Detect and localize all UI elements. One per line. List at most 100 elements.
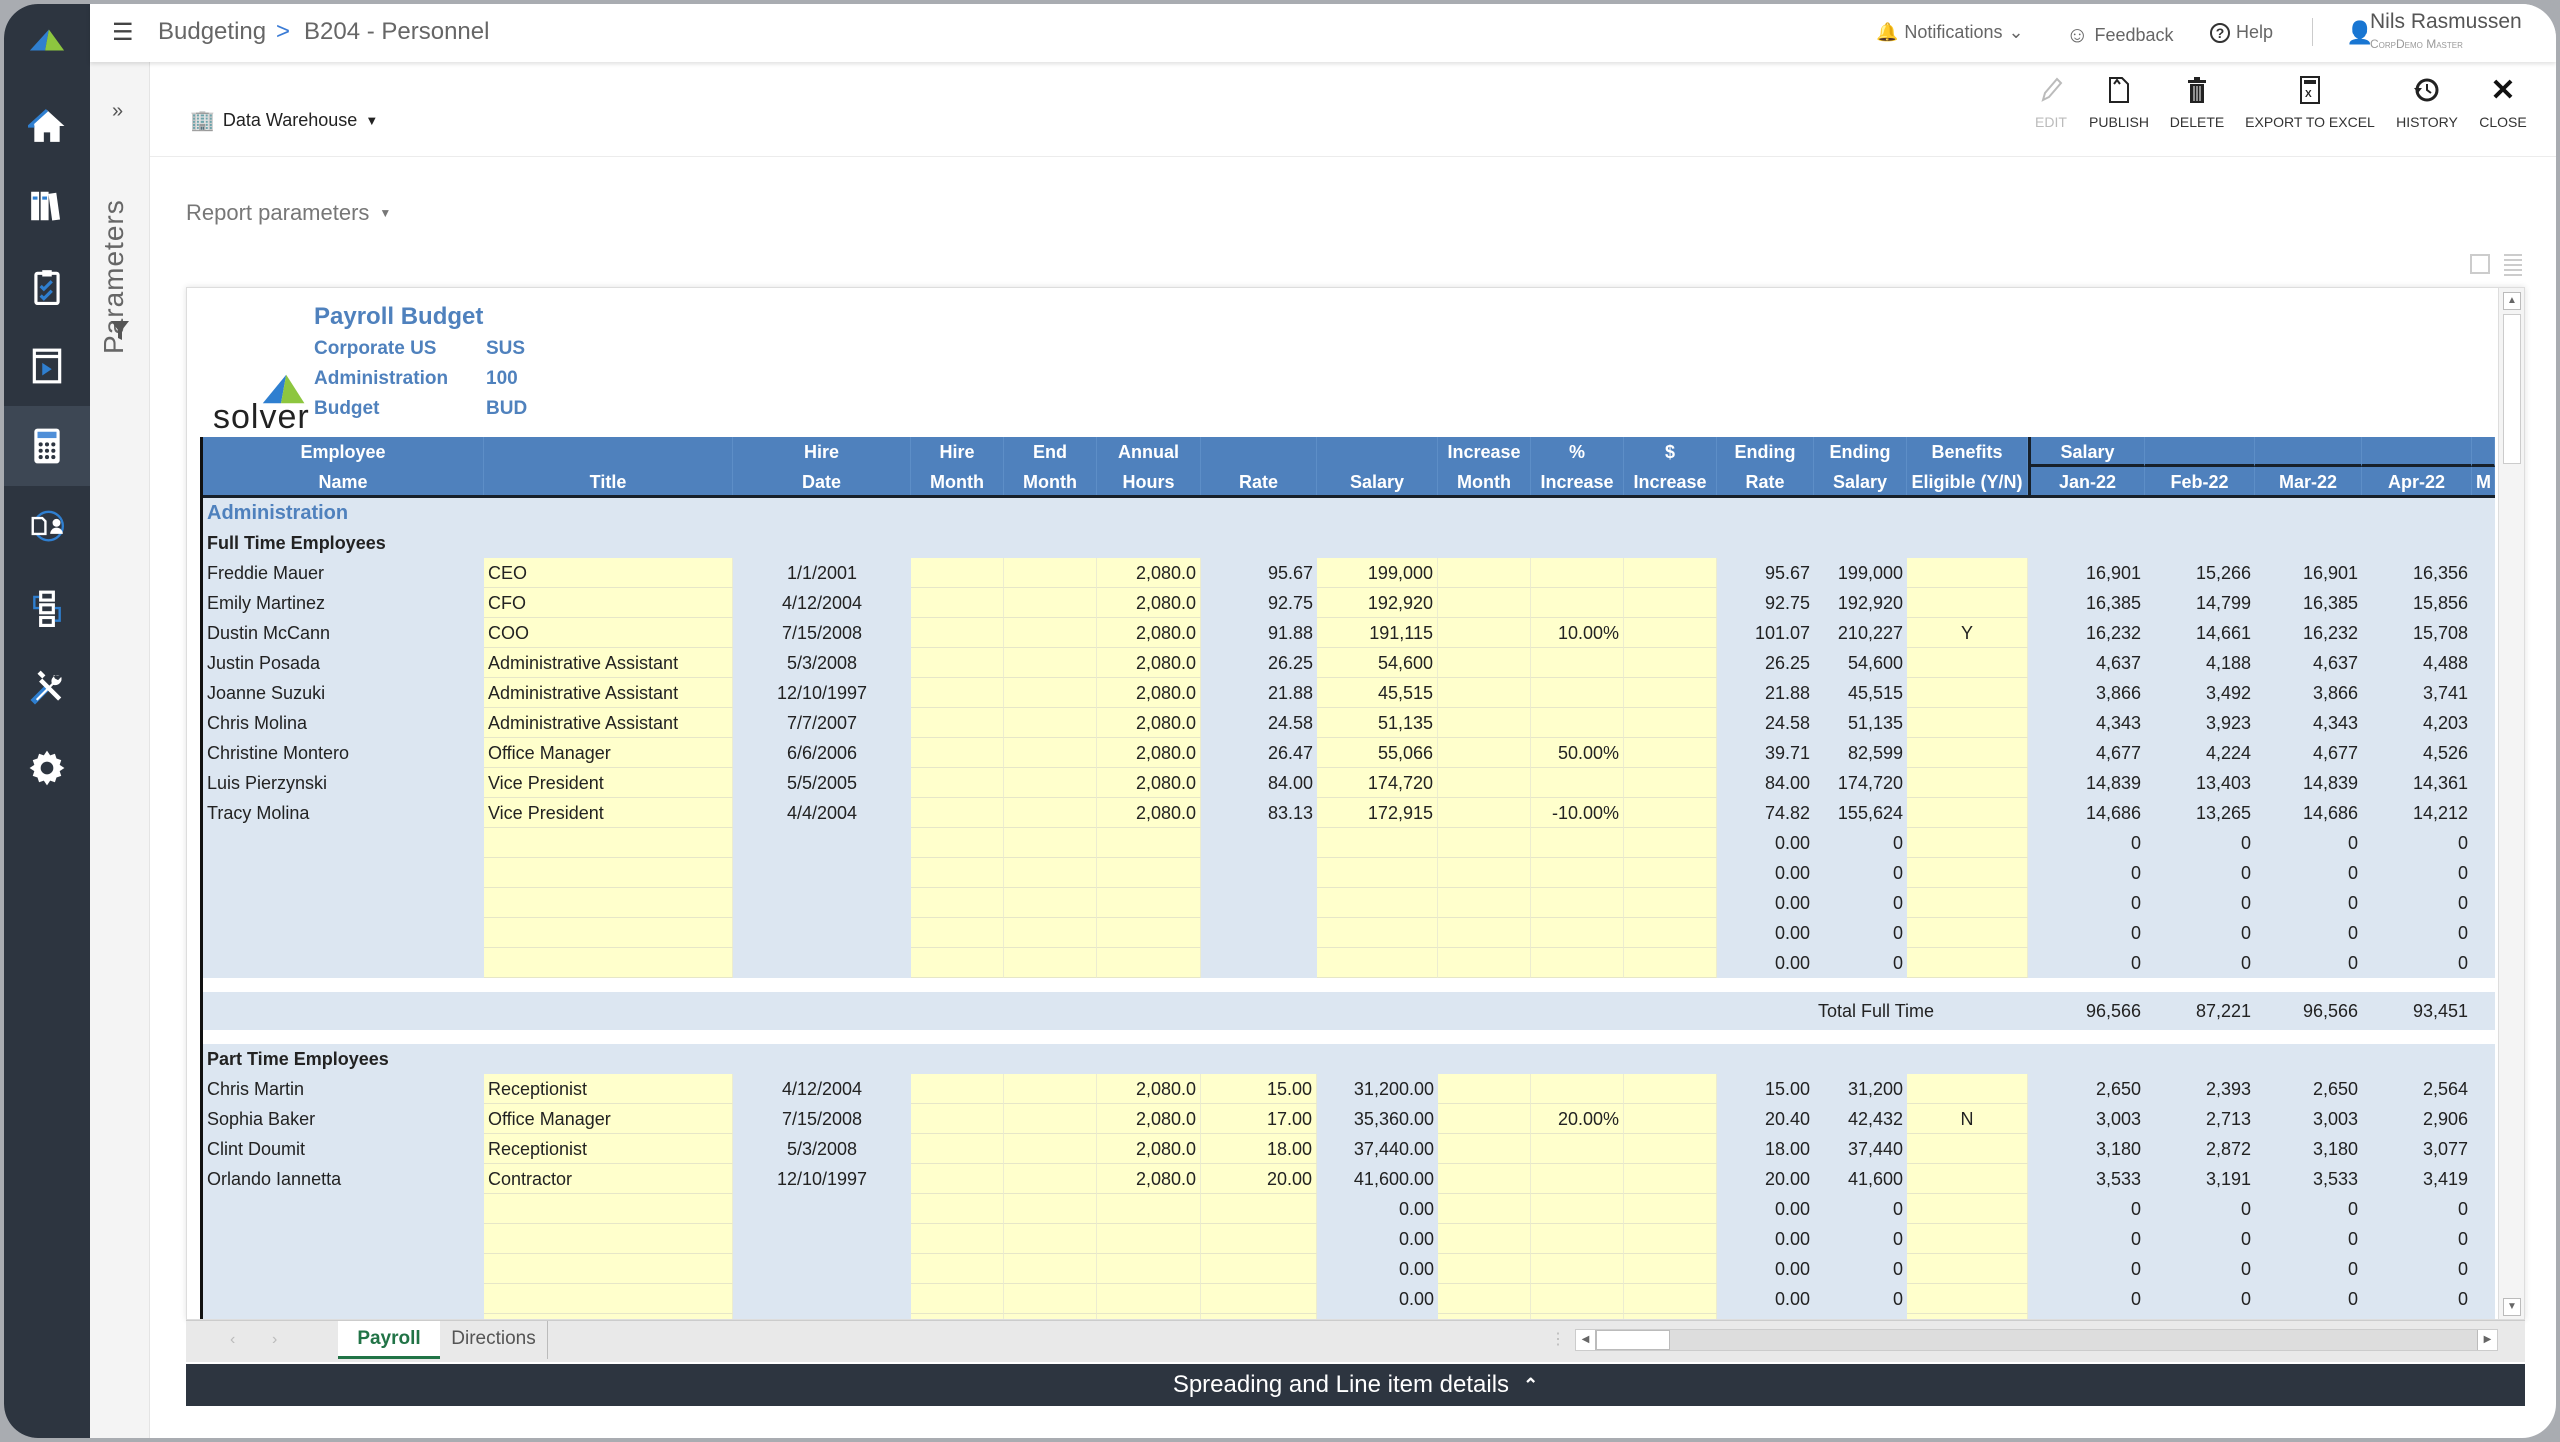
cell-pct-increase[interactable] [1531,828,1624,858]
cell-benefits-eligible[interactable] [1907,1194,2028,1224]
cell-end-month[interactable] [1004,948,1097,978]
cell-rate[interactable] [1201,1194,1317,1224]
cell-increase-month[interactable] [1438,738,1531,768]
settings-icon[interactable] [4,728,90,808]
cell-annual-hours[interactable] [1097,948,1201,978]
grid-view-icon[interactable] [2504,254,2522,276]
cell-salary[interactable]: 54,600 [1317,648,1438,678]
cell-benefits-eligible[interactable]: N [1907,1104,2028,1134]
cell-salary[interactable] [1317,858,1438,888]
tab-prev-icon[interactable]: ‹ [230,1331,235,1349]
cell-title[interactable]: Contractor [484,1164,733,1194]
cell-dollar-increase[interactable] [1624,948,1717,978]
cell-increase-month[interactable] [1438,948,1531,978]
feedback-link[interactable]: ☺ Feedback [2066,22,2174,48]
splitter-handle[interactable]: ⋮ [1550,1329,1566,1349]
h-scroll-thumb[interactable] [1596,1330,1670,1350]
parameters-panel-collapsed[interactable]: » Parameters [90,62,150,1438]
cell-increase-month[interactable] [1438,618,1531,648]
cell-dollar-increase[interactable] [1624,768,1717,798]
cell-title[interactable]: Vice President [484,768,733,798]
cell-annual-hours[interactable]: 2,080.0 [1097,1134,1201,1164]
cell-hire-month[interactable] [911,738,1004,768]
cell-end-month[interactable] [1004,648,1097,678]
cell-increase-month[interactable] [1438,768,1531,798]
cell-title[interactable] [484,888,733,918]
cell-benefits-eligible[interactable] [1907,678,2028,708]
cell-salary[interactable]: 191,115 [1317,618,1438,648]
workflow-icon[interactable] [4,568,90,648]
filter-icon[interactable] [110,320,130,342]
cell-annual-hours[interactable] [1097,858,1201,888]
cell-increase-month[interactable] [1438,708,1531,738]
cell-pct-increase[interactable] [1531,708,1624,738]
cell-hire-month[interactable] [911,798,1004,828]
delete-button[interactable]: DELETE [2152,74,2242,130]
cell-rate[interactable]: 18.00 [1201,1134,1317,1164]
cell-dollar-increase[interactable] [1624,558,1717,588]
cell-end-month[interactable] [1004,768,1097,798]
cell-pct-increase[interactable] [1531,1194,1624,1224]
cell-annual-hours[interactable]: 2,080.0 [1097,1164,1201,1194]
cell-title[interactable]: CFO [484,588,733,618]
cell-pct-increase[interactable] [1531,918,1624,948]
cell-benefits-eligible[interactable] [1907,1164,2028,1194]
home-icon[interactable] [4,86,90,166]
cell-rate[interactable]: 20.00 [1201,1164,1317,1194]
tab-next-icon[interactable]: › [272,1331,277,1349]
cell-increase-month[interactable] [1438,558,1531,588]
cell-title[interactable]: COO [484,618,733,648]
cell-end-month[interactable] [1004,738,1097,768]
cell-title[interactable] [484,1254,733,1284]
close-button[interactable]: ✕ CLOSE [2458,74,2548,131]
cell-end-month[interactable] [1004,1164,1097,1194]
cell-dollar-increase[interactable] [1624,1074,1717,1104]
cell-pct-increase[interactable] [1531,558,1624,588]
cell-annual-hours[interactable] [1097,918,1201,948]
cell-hire-month[interactable] [911,678,1004,708]
calculator-icon[interactable] [4,406,90,486]
cell-title[interactable] [484,1284,733,1314]
cell-salary[interactable]: 192,920 [1317,588,1438,618]
cell-annual-hours[interactable]: 2,080.0 [1097,588,1201,618]
cell-salary[interactable]: 51,135 [1317,708,1438,738]
cell-annual-hours[interactable]: 2,080.0 [1097,558,1201,588]
cell-hire-month[interactable] [911,1164,1004,1194]
cell-increase-month[interactable] [1438,828,1531,858]
cell-hire-month[interactable] [911,558,1004,588]
expand-sheet-icon[interactable] [2470,254,2490,274]
cell-dollar-increase[interactable] [1624,738,1717,768]
cell-increase-month[interactable] [1438,1104,1531,1134]
cell-hire-month[interactable] [911,828,1004,858]
scroll-left-icon[interactable]: ◀ [1576,1330,1596,1350]
cell-benefits-eligible[interactable] [1907,768,2028,798]
cell-title[interactable] [484,918,733,948]
cell-increase-month[interactable] [1438,1134,1531,1164]
cell-salary[interactable] [1317,948,1438,978]
cell-benefits-eligible[interactable] [1907,888,2028,918]
cell-annual-hours[interactable]: 2,080.0 [1097,1074,1201,1104]
cell-pct-increase[interactable] [1531,1074,1624,1104]
cell-dollar-increase[interactable] [1624,1284,1717,1314]
cell-title[interactable]: Administrative Assistant [484,678,733,708]
cell-pct-increase[interactable] [1531,678,1624,708]
cell-benefits-eligible[interactable] [1907,738,2028,768]
cell-end-month[interactable] [1004,828,1097,858]
cell-title[interactable]: Office Manager [484,738,733,768]
cell-annual-hours[interactable] [1097,828,1201,858]
cell-rate[interactable]: 15.00 [1201,1074,1317,1104]
cell-end-month[interactable] [1004,1074,1097,1104]
cell-end-month[interactable] [1004,708,1097,738]
cell-benefits-eligible[interactable] [1907,948,2028,978]
cell-hire-month[interactable] [911,648,1004,678]
cell-salary[interactable] [1317,918,1438,948]
cell-benefits-eligible[interactable] [1907,798,2028,828]
cell-hire-month[interactable] [911,708,1004,738]
cell-rate[interactable] [1201,1254,1317,1284]
cell-title[interactable]: Administrative Assistant [484,648,733,678]
cell-title[interactable]: Receptionist [484,1074,733,1104]
cell-rate[interactable] [1201,1224,1317,1254]
cell-dollar-increase[interactable] [1624,588,1717,618]
cell-end-month[interactable] [1004,888,1097,918]
cell-hire-month[interactable] [911,1134,1004,1164]
